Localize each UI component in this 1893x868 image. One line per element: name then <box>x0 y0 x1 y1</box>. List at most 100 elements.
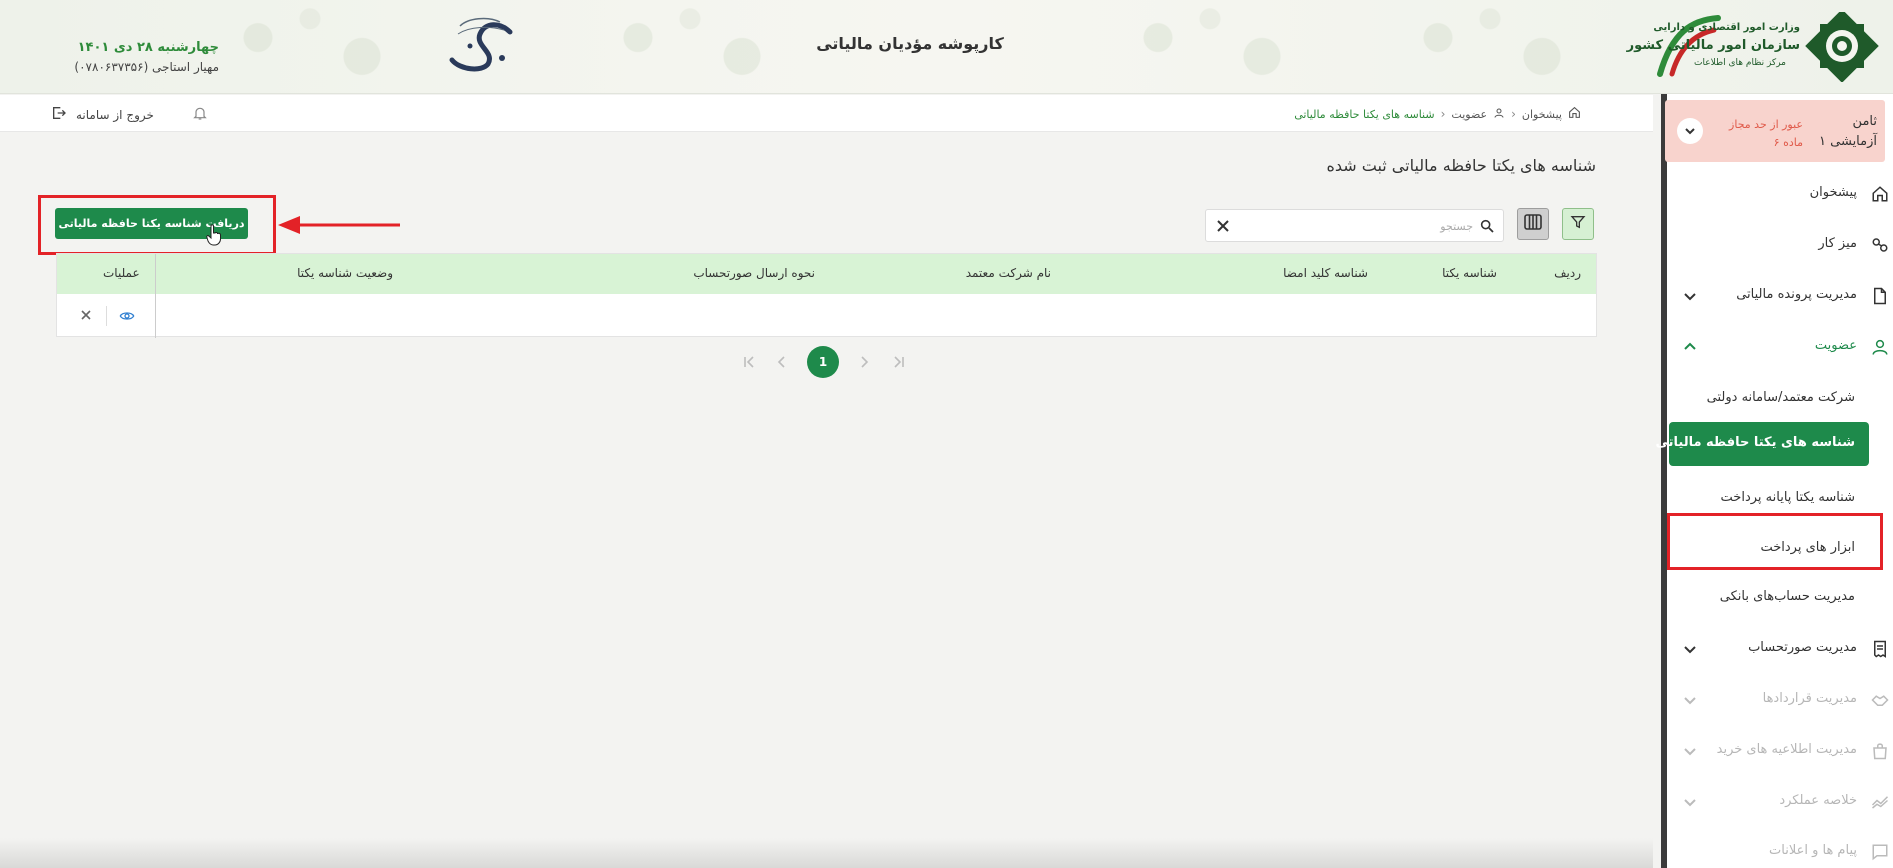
sidebar-subitem-label: شناسه یکتا پایانه پرداخت <box>1720 490 1855 505</box>
sidebar-subitem-unique-ids[interactable]: شناسه های یکتا حافظه مالیاتی <box>1655 422 1869 466</box>
sidebar-item-performance-summary[interactable]: خلاصه عملکرد <box>1667 785 1893 819</box>
close-icon[interactable] <box>79 308 93 322</box>
sidebar-subitem-label: مدیریت حساب‌های بانکی <box>1719 589 1855 604</box>
tax-organization-logo: وزارت امور اقتصادی و دارایی سازمان امور … <box>1627 12 1884 82</box>
shopping-bag-icon <box>1871 742 1889 760</box>
chevron-down-icon <box>1683 289 1697 303</box>
tenant-card[interactable]: ثامن آزمایشی ۱ عبور از حد مجاز ماده ۶ <box>1665 100 1885 162</box>
header-decor-pattern <box>1080 0 1340 94</box>
sidebar-subitem-label: شناسه های یکتا حافظه مالیاتی <box>1655 435 1855 450</box>
user-icon <box>1871 338 1889 356</box>
sidebar-item-label: مدیریت قراردادها <box>1762 691 1857 706</box>
sidebar-item-label: مدیریت اطلاعیه های خرید <box>1716 742 1857 757</box>
filter-button[interactable] <box>1562 208 1594 240</box>
tenant-subname: آزمایشی ۱ <box>1819 134 1877 149</box>
bell-icon[interactable] <box>192 105 208 121</box>
column-header-actions: عملیات <box>103 266 140 280</box>
sidebar-item-workdesk[interactable]: میز کار <box>1667 228 1893 262</box>
invoice-icon <box>1871 640 1889 658</box>
chevron-down-icon <box>1683 693 1697 707</box>
column-header-unique-id: شناسه یکتا <box>1442 266 1497 280</box>
bottom-shade <box>0 838 1653 868</box>
sidebar-subitem-bank-accounts[interactable]: مدیریت حساب‌های بانکی <box>1667 581 1893 613</box>
sidebar-item-invoices[interactable]: مدیریت صورتحساب <box>1667 632 1893 666</box>
header-user: مهیار استاجی (۰۷۸۰۶۳۷۳۵۶) <box>74 60 219 74</box>
sidebar-item-label: عضویت <box>1814 338 1857 353</box>
logout-label: خروج از سامانه <box>76 107 154 122</box>
sidebar-item-label: پیشخوان <box>1809 185 1857 200</box>
tenant-warning: عبور از حد مجاز <box>1729 118 1803 131</box>
annotation-highlight-box <box>1667 513 1883 570</box>
sidebar-subitem-label: شرکت معتمد/سامانه دولتی <box>1706 390 1855 405</box>
table-row <box>57 294 155 338</box>
pagination: 1 <box>740 346 910 378</box>
breadcrumb: پیشخوان ‹ عضویت ‹ شناسه های یکتا حافظه م… <box>1294 106 1581 122</box>
chevron-left-icon: ‹ <box>1440 107 1446 121</box>
chart-line-icon <box>1871 793 1889 811</box>
tenant-warning-article: ماده ۶ <box>1773 136 1803 149</box>
chevron-down-icon <box>1683 744 1697 758</box>
workdesk-icon <box>1871 236 1889 254</box>
sidebar-item-messages[interactable]: پیام ها و اعلانات <box>1667 835 1893 868</box>
app-header: کارپوشه مؤدیان مالیاتی چهارشنبه ۲۸ دی ۱۴… <box>0 0 1893 94</box>
org-name-text: سازمان امور مالیاتی کشور <box>1626 38 1800 53</box>
top-bar: پیشخوان ‹ عضویت ‹ شناسه های یکتا حافظه م… <box>0 95 1653 132</box>
user-icon <box>1493 107 1505 122</box>
sidebar-item-label: مدیریت صورتحساب <box>1748 640 1857 655</box>
last-page-icon[interactable] <box>888 352 908 372</box>
tenant-name: ثامن <box>1852 114 1877 129</box>
sidebar-item-contracts[interactable]: مدیریت قراردادها <box>1667 683 1893 717</box>
page-number-button[interactable]: 1 <box>807 346 839 378</box>
sidebar-item-membership[interactable]: عضویت <box>1667 330 1893 364</box>
columns-button[interactable] <box>1517 208 1549 240</box>
column-header-trusted-company: نام شرکت معتمد <box>965 266 1051 280</box>
sidebar-item-purchase-notices[interactable]: مدیریت اطلاعیه های خرید <box>1667 734 1893 768</box>
column-header-invoice-send-method: نحوه ارسال صورتحساب <box>693 266 815 280</box>
page-title: شناسه های یکتا حافظه مالیاتی ثبت شده <box>1326 156 1596 175</box>
chevron-down-icon <box>1683 642 1697 656</box>
sidebar-item-label: میز کار <box>1818 236 1857 251</box>
eye-icon[interactable] <box>119 308 135 324</box>
chevron-left-icon: ‹ <box>1511 107 1516 121</box>
column-header-unique-id-status: وضعیت شناسه یکتا <box>297 266 393 280</box>
column-header-row: ردیف <box>1554 266 1581 280</box>
tolid-logo <box>440 12 520 76</box>
header-date: چهارشنبه ۲۸ دی ۱۴۰۱ <box>77 40 219 55</box>
filter-icon <box>1570 214 1586 234</box>
app-title: کارپوشه مؤدیان مالیاتی <box>816 34 1004 53</box>
sidebar-subitem-payment-terminal[interactable]: شناسه یکتا پایانه پرداخت <box>1667 482 1893 514</box>
sidebar-item-dashboard[interactable]: پیشخوان <box>1667 177 1893 211</box>
logout-button[interactable]: خروج از سامانه <box>50 105 154 124</box>
action-divider <box>106 306 107 326</box>
logout-icon <box>50 105 68 124</box>
annotation-arrow <box>278 215 400 235</box>
chevron-down-icon[interactable] <box>1677 118 1703 144</box>
org-center-text: مرکز نظام های اطلاعات <box>1694 58 1786 68</box>
sidebar: ثامن آزمایشی ۱ عبور از حد مجاز ماده ۶ پی… <box>1655 94 1893 868</box>
header-decor-pattern <box>1360 0 1620 94</box>
next-page-icon[interactable] <box>854 352 874 372</box>
handshake-icon <box>1871 691 1889 709</box>
home-icon <box>1568 106 1581 122</box>
sidebar-subitem-trusted-company[interactable]: شرکت معتمد/سامانه دولتی <box>1667 382 1893 414</box>
column-divider <box>155 254 156 338</box>
columns-icon <box>1524 214 1542 234</box>
breadcrumb-home[interactable]: پیشخوان <box>1522 108 1562 121</box>
mouse-pointer-icon <box>206 224 222 246</box>
column-header-signing-key-id: شناسه کلید امضا <box>1283 266 1368 280</box>
close-icon[interactable] <box>1216 219 1230 233</box>
org-ministry-text: وزارت امور اقتصادی و دارایی <box>1653 22 1800 33</box>
previous-page-icon[interactable] <box>772 352 792 372</box>
chevron-up-icon <box>1683 340 1697 354</box>
breadcrumb-membership[interactable]: عضویت <box>1451 108 1487 121</box>
sidebar-item-label: مدیریت پرونده مالیاتی <box>1736 287 1857 302</box>
header-decor-pattern <box>180 0 440 94</box>
sidebar-item-tax-file[interactable]: مدیریت پرونده مالیاتی <box>1667 279 1893 313</box>
message-icon <box>1871 843 1889 861</box>
search-icon[interactable] <box>1479 218 1495 234</box>
first-page-icon[interactable] <box>740 352 760 372</box>
chevron-down-icon <box>1683 795 1697 809</box>
sidebar-item-label: پیام ها و اعلانات <box>1769 843 1857 858</box>
annotation-highlight-box <box>38 195 276 255</box>
search-input[interactable] <box>1240 217 1473 235</box>
